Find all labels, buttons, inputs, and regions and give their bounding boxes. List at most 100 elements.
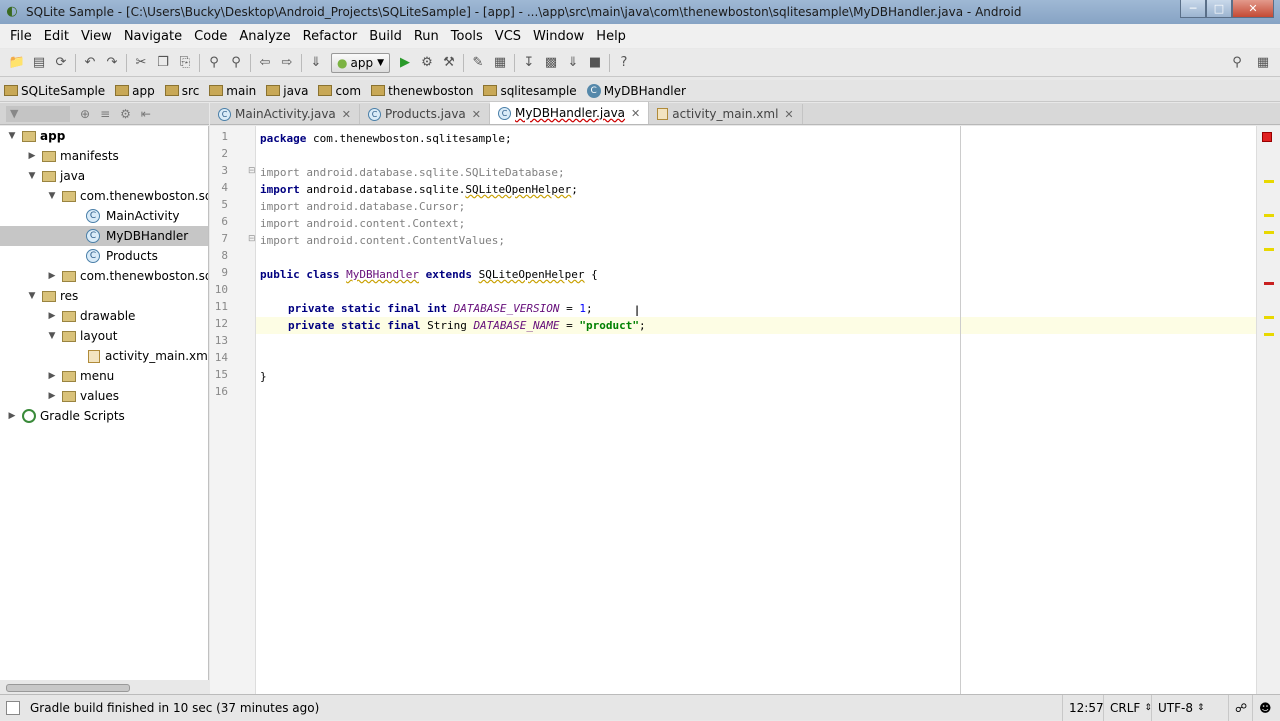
menu-help[interactable]: Help bbox=[590, 29, 632, 44]
gradle-sync-icon[interactable]: ↧ bbox=[518, 52, 540, 74]
project-view-dropdown[interactable]: ▼ bbox=[6, 105, 70, 122]
close-button[interactable]: ✕ bbox=[1232, 0, 1274, 18]
android-monitor-icon[interactable]: ■ bbox=[584, 52, 606, 74]
tool-windows-icon[interactable] bbox=[6, 700, 20, 715]
forward-icon[interactable]: ⇨ bbox=[276, 52, 298, 74]
undo-icon[interactable]: ↶ bbox=[79, 52, 101, 74]
error-status-icon[interactable] bbox=[1262, 132, 1272, 142]
error-marker[interactable] bbox=[1264, 282, 1274, 285]
close-icon[interactable]: ✕ bbox=[472, 108, 481, 121]
breadcrumb-item[interactable]: thenewboston bbox=[371, 84, 473, 98]
back-icon[interactable]: ⇦ bbox=[254, 52, 276, 74]
tab-products[interactable]: C Products.java ✕ bbox=[360, 104, 490, 124]
warning-marker[interactable] bbox=[1264, 231, 1274, 234]
menu-vcs[interactable]: VCS bbox=[489, 29, 527, 44]
collapsed-arrow-icon[interactable]: ▶ bbox=[26, 151, 38, 161]
copy-icon[interactable]: ❐ bbox=[152, 52, 174, 74]
menu-edit[interactable]: Edit bbox=[38, 29, 75, 44]
hide-panel-icon[interactable]: ⇤ bbox=[141, 107, 151, 121]
find-icon[interactable]: ⚲ bbox=[203, 52, 225, 74]
help-icon[interactable]: ? bbox=[613, 52, 635, 74]
menu-window[interactable]: Window bbox=[527, 29, 590, 44]
breadcrumb-item[interactable]: app bbox=[115, 84, 155, 98]
layout-icon[interactable]: ▦ bbox=[1252, 52, 1274, 74]
tree-item-values[interactable]: ▶ values bbox=[46, 386, 120, 406]
inspector-icon[interactable]: ☻ bbox=[1252, 695, 1278, 721]
tree-item-package-2[interactable]: ▶ com.thenewboston.sqli bbox=[46, 266, 208, 286]
tree-item-res[interactable]: ▼ res bbox=[26, 286, 79, 306]
tab-activity-main-xml[interactable]: activity_main.xml ✕ bbox=[649, 104, 803, 124]
attach-debugger-icon[interactable]: ⚒ bbox=[438, 52, 460, 74]
tree-item-java[interactable]: ▼ java bbox=[26, 166, 86, 186]
breadcrumb-item[interactable]: C MyDBHandler bbox=[586, 83, 686, 98]
collapse-all-icon[interactable]: ≡ bbox=[100, 107, 110, 121]
collapsed-arrow-icon[interactable]: ▶ bbox=[46, 371, 58, 381]
tree-item-layout[interactable]: ▼ layout bbox=[46, 326, 118, 346]
tree-horizontal-scrollbar[interactable] bbox=[6, 684, 130, 692]
tab-mainactivity[interactable]: C MainActivity.java ✕ bbox=[210, 104, 360, 124]
search-everywhere-icon[interactable]: ⚲ bbox=[1226, 52, 1248, 74]
fold-icon[interactable]: ⊟ bbox=[248, 166, 256, 176]
tree-item-manifests[interactable]: ▶ manifests bbox=[26, 146, 119, 166]
breadcrumb-item[interactable]: main bbox=[209, 84, 256, 98]
paste-icon[interactable]: ⎘ bbox=[174, 52, 196, 74]
tree-item-mainactivity[interactable]: C MainActivity bbox=[86, 206, 180, 226]
encoding-select[interactable]: UTF-8 ⇕ bbox=[1151, 695, 1211, 721]
warning-marker[interactable] bbox=[1264, 214, 1274, 217]
avd-manager-icon[interactable]: ▩ bbox=[540, 52, 562, 74]
breadcrumb-item[interactable]: com bbox=[318, 84, 361, 98]
save-icon[interactable]: ▤ bbox=[28, 52, 50, 74]
close-icon[interactable]: ✕ bbox=[784, 108, 793, 121]
warning-marker[interactable] bbox=[1264, 180, 1274, 183]
menu-refactor[interactable]: Refactor bbox=[297, 29, 364, 44]
debug-icon[interactable]: ⚙ bbox=[416, 52, 438, 74]
menu-file[interactable]: File bbox=[4, 29, 38, 44]
menu-run[interactable]: Run bbox=[408, 29, 445, 44]
tab-mydbhandler[interactable]: C MyDBHandler.java ✕ bbox=[490, 102, 650, 124]
close-icon[interactable]: ✕ bbox=[342, 108, 351, 121]
sdk-manager-icon[interactable]: ⇓ bbox=[562, 52, 584, 74]
project-structure-icon[interactable]: ✎ bbox=[467, 52, 489, 74]
replace-icon[interactable]: ⚲ bbox=[225, 52, 247, 74]
tree-item-drawable[interactable]: ▶ drawable bbox=[46, 306, 136, 326]
gear-icon[interactable]: ⚙ bbox=[120, 107, 131, 121]
close-icon[interactable]: ✕ bbox=[631, 107, 640, 120]
collapsed-arrow-icon[interactable]: ▶ bbox=[46, 271, 58, 281]
collapsed-arrow-icon[interactable]: ▶ bbox=[46, 391, 58, 401]
redo-icon[interactable]: ↷ bbox=[101, 52, 123, 74]
line-separator-select[interactable]: CRLF ⇕ bbox=[1103, 695, 1158, 721]
menu-build[interactable]: Build bbox=[363, 29, 408, 44]
breadcrumb-item[interactable]: sqlitesample bbox=[483, 84, 577, 98]
menu-analyze[interactable]: Analyze bbox=[233, 29, 296, 44]
fold-icon[interactable]: ⊟ bbox=[248, 234, 256, 244]
sync-icon[interactable]: ⟳ bbox=[50, 52, 72, 74]
maximize-button[interactable]: □ bbox=[1206, 0, 1232, 18]
cut-icon[interactable]: ✂ bbox=[130, 52, 152, 74]
make-project-icon[interactable]: ⇓ bbox=[305, 52, 327, 74]
tree-item-mydbhandler[interactable]: C MyDBHandler bbox=[86, 226, 188, 246]
run-config-select[interactable]: ● app ▼ bbox=[331, 52, 390, 73]
warning-marker[interactable] bbox=[1264, 248, 1274, 251]
expanded-arrow-icon[interactable]: ▼ bbox=[26, 171, 38, 181]
settings-icon[interactable]: ▦ bbox=[489, 52, 511, 74]
collapsed-arrow-icon[interactable]: ▶ bbox=[46, 311, 58, 321]
collapsed-arrow-icon[interactable]: ▶ bbox=[6, 411, 18, 421]
expanded-arrow-icon[interactable]: ▼ bbox=[6, 131, 18, 141]
scroll-from-source-icon[interactable]: ⊕ bbox=[80, 107, 90, 121]
breadcrumb-item[interactable]: java bbox=[266, 84, 308, 98]
menu-view[interactable]: View bbox=[75, 29, 118, 44]
run-icon[interactable]: ▶ bbox=[394, 52, 416, 74]
minimize-button[interactable]: ─ bbox=[1180, 0, 1206, 18]
breadcrumb-item[interactable]: src bbox=[164, 84, 199, 98]
lock-icon[interactable]: ☍ bbox=[1228, 695, 1253, 721]
menu-code[interactable]: Code bbox=[188, 29, 233, 44]
expanded-arrow-icon[interactable]: ▼ bbox=[26, 291, 38, 301]
tree-item-package[interactable]: ▼ com.thenewboston.sqli bbox=[46, 186, 208, 206]
tree-item-gradle-scripts[interactable]: ▶ Gradle Scripts bbox=[6, 406, 125, 426]
tree-item-activity-main-xml[interactable]: activity_main.xml bbox=[88, 346, 208, 366]
tree-item-menu[interactable]: ▶ menu bbox=[46, 366, 115, 386]
open-folder-icon[interactable]: 📁 bbox=[6, 52, 28, 74]
tree-item-app[interactable]: ▼ app bbox=[6, 126, 66, 146]
warning-marker[interactable] bbox=[1264, 316, 1274, 319]
expanded-arrow-icon[interactable]: ▼ bbox=[46, 331, 58, 341]
